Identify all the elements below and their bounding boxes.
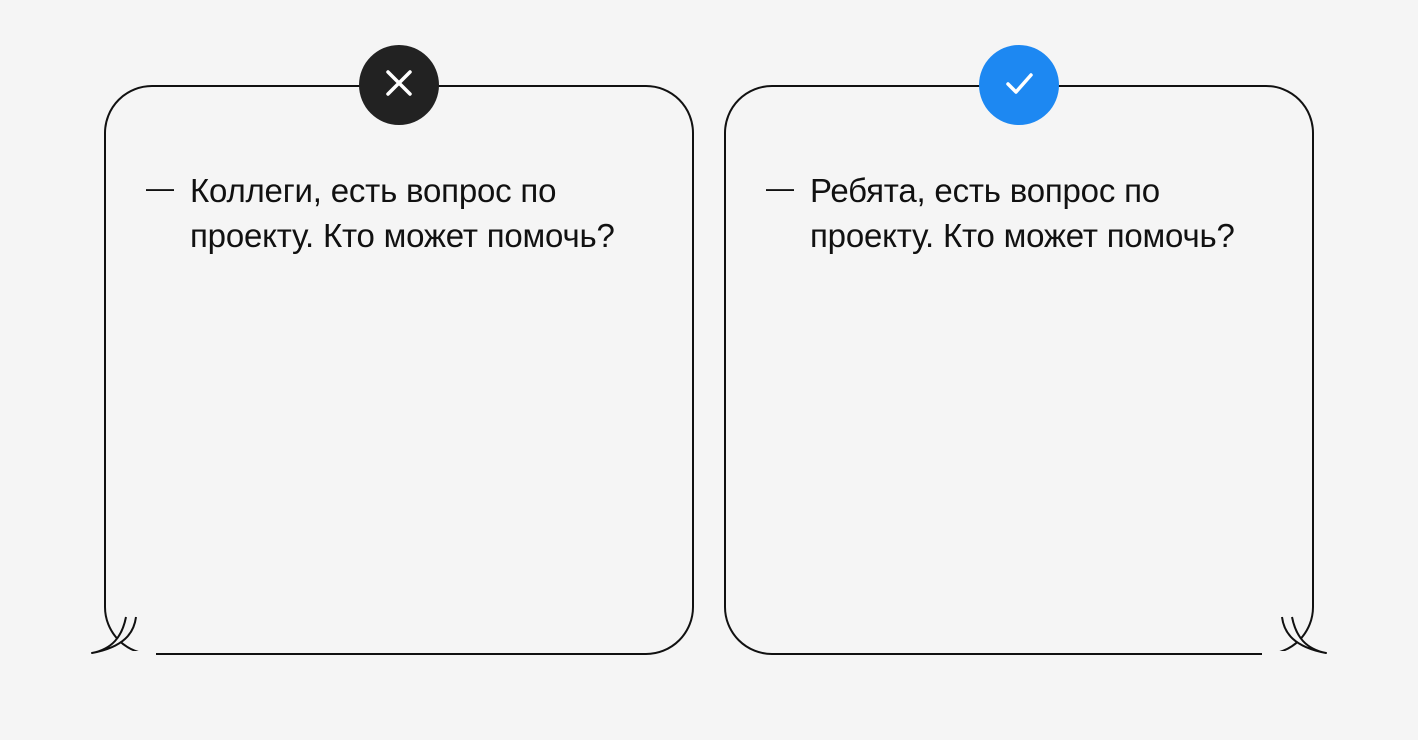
speech-bubble-correct: — Ребята, есть вопрос по проекту. Кто мо…	[724, 85, 1314, 655]
tail-mask	[1262, 651, 1302, 655]
message-text: Ребята, есть вопрос по проекту. Кто може…	[810, 169, 1240, 258]
correct-badge	[979, 45, 1059, 125]
wrong-badge	[359, 45, 439, 125]
wrong-example-card: — Коллеги, есть вопрос по проекту. Кто м…	[104, 85, 694, 655]
correct-example-card: — Ребята, есть вопрос по проекту. Кто мо…	[724, 85, 1314, 655]
bubble-tail-right-icon	[1272, 615, 1332, 655]
tail-mask	[116, 651, 156, 655]
check-icon	[998, 62, 1040, 109]
message-row: — Ребята, есть вопрос по проекту. Кто мо…	[766, 169, 1252, 258]
bubble-tail-left-icon	[86, 615, 146, 655]
dash-icon: —	[146, 173, 172, 204]
x-icon	[380, 64, 418, 107]
dash-icon: —	[766, 173, 792, 204]
message-text: Коллеги, есть вопрос по проекту. Кто мож…	[190, 169, 620, 258]
speech-bubble-wrong: — Коллеги, есть вопрос по проекту. Кто м…	[104, 85, 694, 655]
message-row: — Коллеги, есть вопрос по проекту. Кто м…	[146, 169, 632, 258]
